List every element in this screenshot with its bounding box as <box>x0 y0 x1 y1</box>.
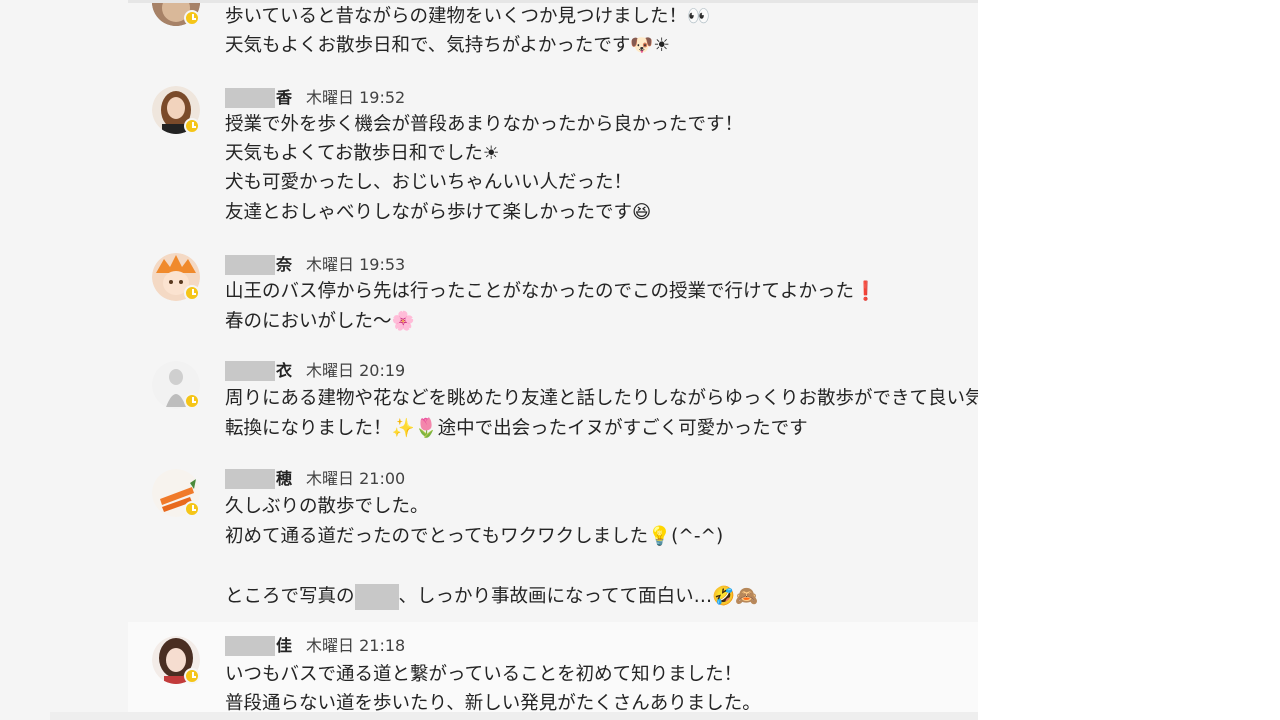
empty-area <box>978 0 1280 720</box>
message-text-line: 転換になりました！✨🌷途中で出会ったイヌがすごく可愛かったです <box>225 418 808 439</box>
status-away-icon <box>184 393 200 409</box>
message-text-line: ところで写真の 、しっかり事故画になってて面白い…🤣🙈 <box>225 582 758 611</box>
message-text-line: 初めて通る道だったのでとってもワクワクしました💡(^-^) <box>225 526 724 547</box>
message-text-line: 久しぶりの散歩でした。 <box>225 496 429 517</box>
bottom-divider <box>50 712 978 720</box>
message-header: 穂木曜日 21:00 <box>225 469 405 489</box>
sender-name[interactable]: 穂 <box>276 469 292 488</box>
redacted-name <box>225 636 275 656</box>
message-text-line: 授業で外を歩く機会が普段あまりなかったから良かったです！ <box>225 114 744 135</box>
sender-name[interactable]: 奈 <box>276 255 292 274</box>
message-timestamp: 木曜日 19:53 <box>306 255 406 274</box>
redacted-name <box>225 469 275 489</box>
chat-message: 衣木曜日 20:19 周りにある建物や花などを眺めたり友達と話したりしながらゆっ… <box>128 353 978 453</box>
message-text-line: いつもバスで通る道と繋がっていることを初めて知りました！ <box>225 664 743 685</box>
sender-name[interactable]: 佳 <box>276 636 292 655</box>
sender-name[interactable]: 香 <box>276 88 292 107</box>
sender-name[interactable]: 衣 <box>276 361 292 380</box>
left-sidebar <box>0 0 128 720</box>
message-timestamp: 木曜日 21:18 <box>306 636 406 655</box>
message-text-line: 山王のバス停から先は行ったことがなかったのでこの授業で行けてよかった❗ <box>225 281 878 302</box>
status-away-icon <box>184 285 200 301</box>
redacted-name <box>225 88 275 108</box>
redacted-name <box>225 255 275 275</box>
chat-message: 歩いていると昔ながらの建物をいくつか見つけました！👀 天気もよくお散歩日和で、気… <box>128 0 978 70</box>
message-timestamp: 木曜日 20:19 <box>306 361 406 380</box>
message-text-line: 春のにおいがした〜🌸 <box>225 311 415 332</box>
status-away-icon <box>184 10 200 26</box>
message-text-line: 犬も可愛かったし、おじいちゃんいい人だった！ <box>225 172 633 193</box>
message-header: 香木曜日 19:52 <box>225 88 405 108</box>
status-away-icon <box>184 118 200 134</box>
chat-message: 奈木曜日 19:53 山王のバス停から先は行ったことがなかったのでこの授業で行け… <box>128 245 978 345</box>
message-text-line: 天気もよくお散歩日和で、気持ちがよかったです🐶☀ <box>225 35 670 56</box>
chat-message-list[interactable]: 歩いていると昔ながらの建物をいくつか見つけました！👀 天気もよくお散歩日和で、気… <box>128 0 978 720</box>
message-timestamp: 木曜日 21:00 <box>306 469 406 488</box>
redacted-name <box>225 361 275 381</box>
message-text-line: 天気もよくてお散歩日和でした☀ <box>225 143 500 164</box>
chat-message: 穂木曜日 21:00 久しぶりの散歩でした。 初めて通る道だったのでとってもワク… <box>128 461 978 621</box>
message-timestamp: 木曜日 19:52 <box>306 88 406 107</box>
message-header: 衣木曜日 20:19 <box>225 361 405 381</box>
redacted-text <box>354 584 399 610</box>
status-away-icon <box>184 668 200 684</box>
chat-message: 佳木曜日 21:18 いつもバスで通る道と繋がっていることを初めて知りました！ … <box>128 622 978 720</box>
chat-message: 香木曜日 19:52 授業で外を歩く機会が普段あまりなかったから良かったです！ … <box>128 78 978 238</box>
message-text-line: 友達とおしゃべりしながら歩けて楽しかったです😆 <box>225 202 652 223</box>
status-away-icon <box>184 501 200 517</box>
message-text-line: 歩いていると昔ながらの建物をいくつか見つけました！👀 <box>225 6 710 27</box>
message-text-line: 周りにある建物や花などを眺めたり友達と話したりしながらゆっくりお散歩ができて良い… <box>225 388 978 409</box>
message-header: 奈木曜日 19:53 <box>225 255 405 275</box>
message-header: 佳木曜日 21:18 <box>225 636 405 656</box>
